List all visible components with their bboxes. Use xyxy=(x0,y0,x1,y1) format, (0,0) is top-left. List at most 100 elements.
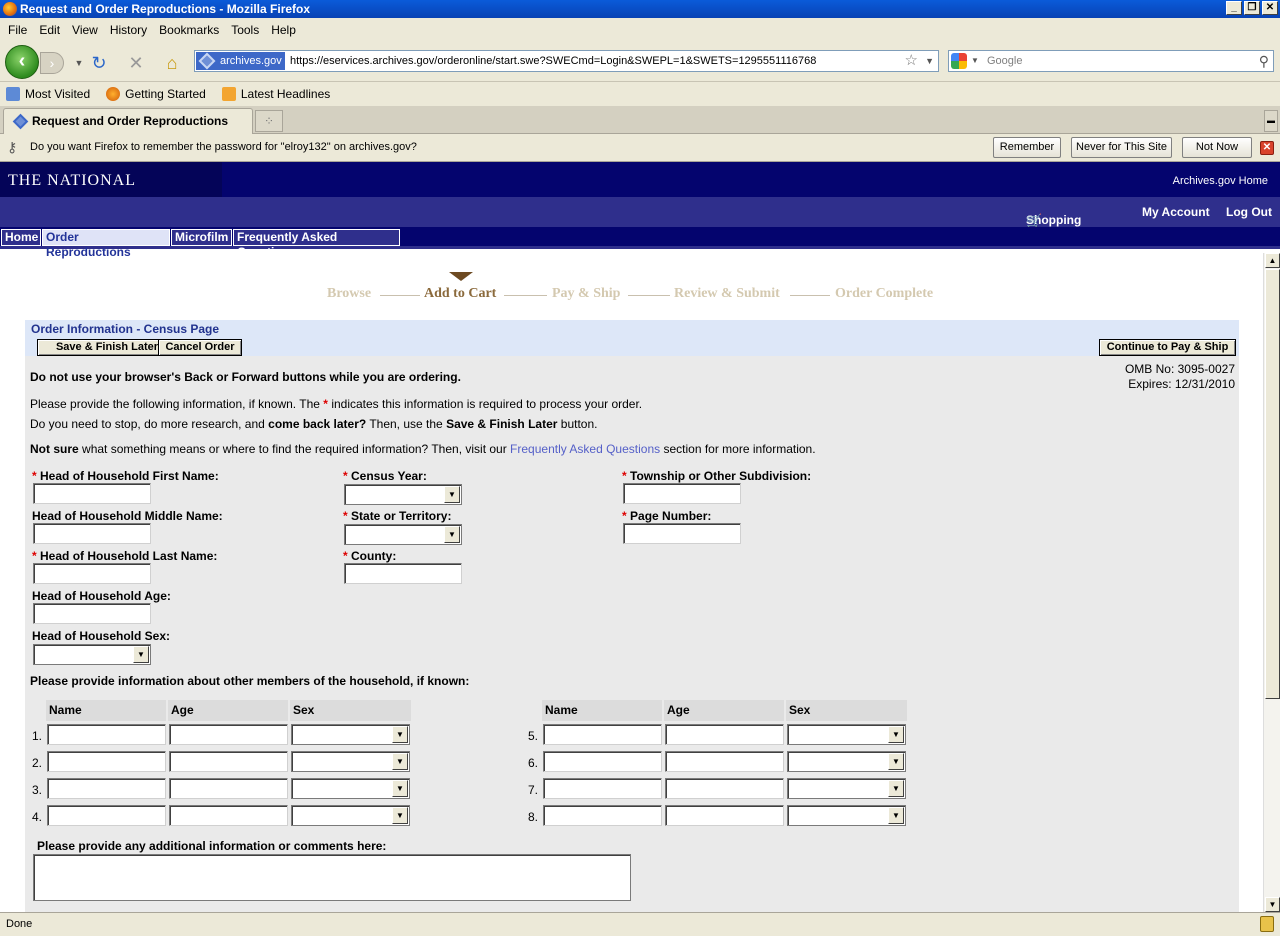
window-title: Request and Order Reproductions - Mozill… xyxy=(20,2,311,16)
nav-tab-order-reproductions[interactable]: Order Reproductions xyxy=(42,229,170,259)
search-box[interactable]: ▼ Google ⚲ xyxy=(948,50,1274,72)
township-input[interactable] xyxy=(623,483,741,504)
log-out-link[interactable]: Log Out xyxy=(1226,205,1272,219)
middle-name-input[interactable] xyxy=(33,523,151,544)
bookmark-most-visited[interactable]: Most Visited xyxy=(6,87,90,101)
url-bar[interactable]: archives.gov https://eservices.archives.… xyxy=(194,50,939,72)
bookmark-latest-headlines[interactable]: Latest Headlines xyxy=(221,87,330,101)
comments-textarea[interactable] xyxy=(33,854,631,901)
tab-request-order[interactable]: Request and Order Reproductions xyxy=(3,108,253,134)
member-3-name-input[interactable] xyxy=(47,778,166,799)
page-scrollbar[interactable]: ▲ ▼ xyxy=(1263,253,1280,912)
member-6-age-input[interactable] xyxy=(665,751,784,772)
scroll-thumb[interactable] xyxy=(1265,269,1280,699)
restore-button[interactable]: ❐ xyxy=(1244,1,1260,15)
url-dropdown-icon[interactable]: ▼ xyxy=(925,51,934,71)
new-tab-button[interactable]: ⁘ xyxy=(255,110,283,132)
forward-button[interactable]: › xyxy=(40,52,64,74)
minimize-button[interactable]: _ xyxy=(1226,1,1242,15)
scroll-up-icon[interactable]: ▲ xyxy=(1265,253,1280,268)
menu-file[interactable]: File xyxy=(2,23,33,37)
member-1-sex-select[interactable]: ▼ xyxy=(291,724,410,745)
member-5-age-input[interactable] xyxy=(665,724,784,745)
member-4-name-input[interactable] xyxy=(47,805,166,826)
stop-icon[interactable]: ✕ xyxy=(125,52,147,74)
age-input[interactable] xyxy=(33,603,151,624)
member-8-name-input[interactable] xyxy=(543,805,662,826)
back-button[interactable]: ‹ xyxy=(5,45,39,79)
remember-button[interactable]: Remember xyxy=(993,137,1061,158)
member-8-sex-select[interactable]: ▼ xyxy=(787,805,906,826)
members-col-name: Name xyxy=(46,700,166,721)
member-6-name-input[interactable] xyxy=(543,751,662,772)
member-1-name-input[interactable] xyxy=(47,724,166,745)
omb-expires: Expires: 12/31/2010 xyxy=(1128,377,1235,391)
last-name-input[interactable] xyxy=(33,563,151,584)
faq-link[interactable]: Frequently Asked Questions xyxy=(510,442,660,456)
never-for-site-button[interactable]: Never for This Site xyxy=(1071,137,1172,158)
menu-help[interactable]: Help xyxy=(265,23,302,37)
nav-tab-home[interactable]: Home xyxy=(1,229,41,246)
my-account-link[interactable]: My Account xyxy=(1142,205,1210,219)
member-row-number: 3. xyxy=(32,783,43,797)
member-5-name-input[interactable] xyxy=(543,724,662,745)
page-number-input[interactable] xyxy=(623,523,741,544)
engine-dropdown-icon[interactable]: ▼ xyxy=(971,51,979,71)
bookmark-getting-started[interactable]: Getting Started xyxy=(106,87,206,101)
menu-bookmarks[interactable]: Bookmarks xyxy=(153,23,225,37)
panel-title: Order Information - Census Page xyxy=(31,322,220,336)
member-1-age-input[interactable] xyxy=(169,724,288,745)
bookmark-star-icon[interactable]: ☆ xyxy=(905,51,918,71)
site-identity-badge[interactable]: archives.gov xyxy=(196,52,285,70)
first-name-input[interactable] xyxy=(33,483,151,504)
county-input[interactable] xyxy=(344,563,462,584)
menu-view[interactable]: View xyxy=(66,23,104,37)
member-4-sex-select[interactable]: ▼ xyxy=(291,805,410,826)
member-7-sex-select[interactable]: ▼ xyxy=(787,778,906,799)
member-5-sex-select[interactable]: ▼ xyxy=(787,724,906,745)
member-4-age-input[interactable] xyxy=(169,805,288,826)
not-now-button[interactable]: Not Now xyxy=(1182,137,1252,158)
member-8-age-input[interactable] xyxy=(665,805,784,826)
tab-list-icon[interactable]: ▬ xyxy=(1264,110,1278,132)
cancel-order-button[interactable]: Cancel Order xyxy=(158,339,242,356)
password-prompt-text: Do you want Firefox to remember the pass… xyxy=(30,141,417,153)
sex-select[interactable]: ▼ xyxy=(33,644,151,665)
member-3-age-input[interactable] xyxy=(169,778,288,799)
member-6-sex-select[interactable]: ▼ xyxy=(787,751,906,772)
site-logo[interactable]: THE NATIONAL ARCHIVES xyxy=(0,162,222,227)
omb-number: OMB No: 3095-0027 xyxy=(1124,362,1235,376)
current-step-marker xyxy=(449,272,473,281)
archives-home-link[interactable]: Archives.gov Home xyxy=(1173,162,1268,200)
menu-tools[interactable]: Tools xyxy=(225,23,265,37)
menu-history[interactable]: History xyxy=(104,23,153,37)
google-engine-icon[interactable] xyxy=(951,53,967,69)
middle-name-label: Head of Household Middle Name: xyxy=(32,509,223,523)
nav-tab-faq[interactable]: Frequently Asked Questions xyxy=(233,229,400,259)
member-2-age-input[interactable] xyxy=(169,751,288,772)
continue-pay-ship-button[interactable]: Continue to Pay & Ship xyxy=(1099,339,1236,356)
state-select[interactable]: ▼ xyxy=(344,524,462,545)
save-finish-later-button[interactable]: Save & Finish Later xyxy=(37,339,177,356)
chevron-down-icon: ▼ xyxy=(888,780,904,797)
scroll-down-icon[interactable]: ▼ xyxy=(1265,897,1280,912)
member-7-age-input[interactable] xyxy=(665,778,784,799)
chevron-down-icon: ▼ xyxy=(444,526,460,543)
nav-tab-microfilm[interactable]: Microfilm xyxy=(171,229,232,246)
history-dropdown-icon[interactable]: ▼ xyxy=(68,52,90,74)
census-year-select[interactable]: ▼ xyxy=(344,484,462,505)
member-3-sex-select[interactable]: ▼ xyxy=(291,778,410,799)
step-connector xyxy=(790,295,830,296)
home-icon[interactable]: ⌂ xyxy=(161,52,183,74)
close-window-button[interactable]: ✕ xyxy=(1262,1,1278,15)
search-icon[interactable]: ⚲ xyxy=(1259,51,1269,71)
close-notification-icon[interactable]: ✕ xyxy=(1260,141,1274,155)
member-7-name-input[interactable] xyxy=(543,778,662,799)
member-2-sex-select[interactable]: ▼ xyxy=(291,751,410,772)
step-order-complete: Order Complete xyxy=(835,286,934,301)
lock-icon[interactable] xyxy=(1260,916,1274,932)
page-number-label: * Page Number: xyxy=(622,509,712,523)
member-2-name-input[interactable] xyxy=(47,751,166,772)
reload-icon[interactable]: ↻ xyxy=(88,52,110,74)
menu-edit[interactable]: Edit xyxy=(33,23,66,37)
